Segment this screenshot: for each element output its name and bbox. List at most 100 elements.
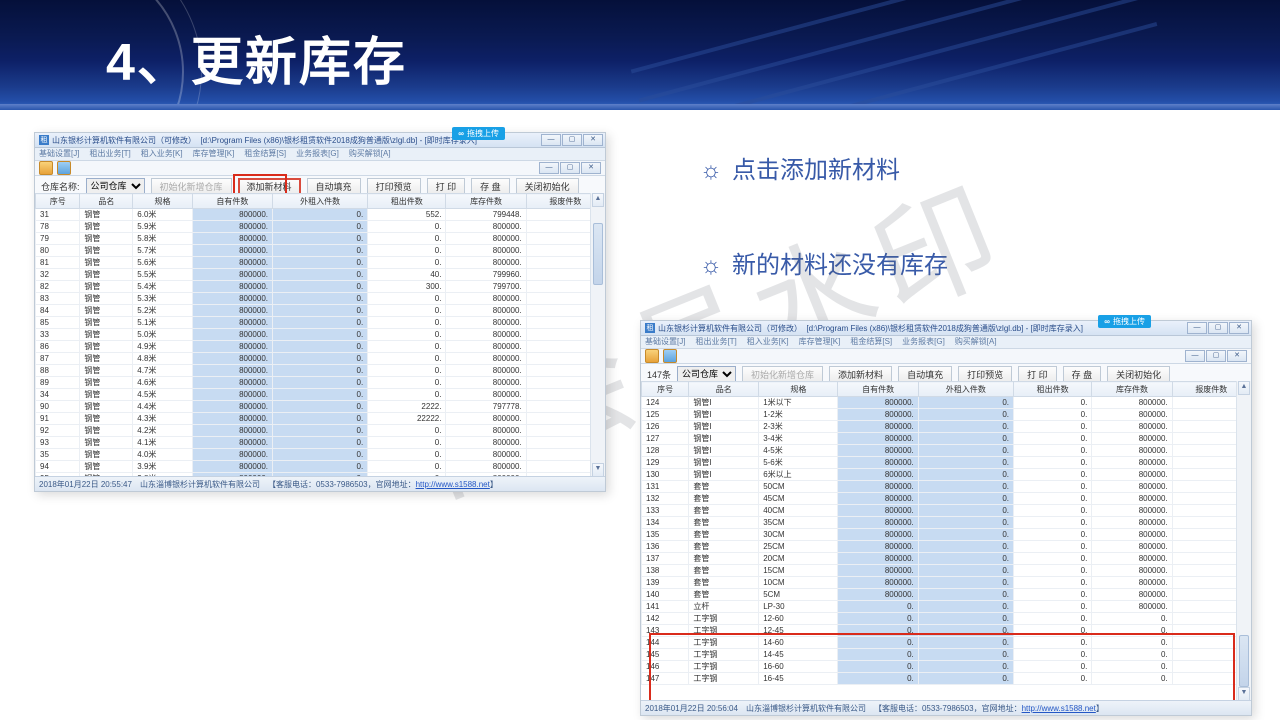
table-row[interactable]: 136套管25CM800000.0.0.800000.0. <box>642 541 1251 553</box>
menu-item[interactable]: 库存管理[K] <box>193 148 235 160</box>
window-controls[interactable]: —▢✕ <box>541 134 603 146</box>
table-row[interactable]: 127钢管I3-4米800000.0.0.800000.0. <box>642 433 1251 445</box>
table-row[interactable]: 93钢管4.1米800000.0.0.800000.0. <box>36 437 605 449</box>
table-row[interactable]: 147工字钢16-450.0.0.0.0. <box>642 673 1251 685</box>
inventory-table-1[interactable]: 序号品名规格自有件数外租入件数租出件数库存件数报废件数31钢管6.0米80000… <box>35 193 605 477</box>
menu-bar[interactable]: 基础设置[J] 租出业务[T] 租入业务[K] 库存管理[K] 租金结算[S] 业务报表[… <box>35 148 605 161</box>
print-preview-button[interactable]: 打印预览 <box>367 178 421 195</box>
table-row[interactable]: 32钢管5.5米800000.0.40.799960.0. <box>36 269 605 281</box>
table-row[interactable]: 82钢管5.4米800000.0.300.799700.0. <box>36 281 605 293</box>
menu-item[interactable]: 租金结算[S] <box>244 148 286 160</box>
table-row[interactable]: 131套管50CM800000.0.0.800000.0. <box>642 481 1251 493</box>
column-header[interactable]: 规格 <box>759 382 838 397</box>
table-row[interactable]: 137套管20CM800000.0.0.800000.0. <box>642 553 1251 565</box>
table-row[interactable]: 140套管5CM800000.0.0.800000.0. <box>642 589 1251 601</box>
table-row[interactable]: 128钢管I4-5米800000.0.0.800000.0. <box>642 445 1251 457</box>
table-row[interactable]: 126钢管I2-3米800000.0.0.800000.0. <box>642 421 1251 433</box>
column-header[interactable]: 外租入件数 <box>918 382 1013 397</box>
table-row[interactable]: 89钢管4.6米800000.0.0.800000.0. <box>36 377 605 389</box>
autofill-button[interactable]: 自动填充 <box>307 178 361 195</box>
table-row[interactable]: 92钢管4.2米800000.0.0.800000.0. <box>36 425 605 437</box>
menu-item[interactable]: 购买解锁[A] <box>955 336 997 348</box>
warehouse-select[interactable]: 公司仓库 <box>86 178 145 194</box>
inventory-table-2[interactable]: 序号品名规格自有件数外租入件数租出件数库存件数报废件数124钢管I1米以下800… <box>641 381 1251 701</box>
table-row[interactable]: 85钢管5.1米800000.0.0.800000.0. <box>36 317 605 329</box>
column-header[interactable]: 租出件数 <box>1014 382 1092 397</box>
table-row[interactable]: 135套管30CM800000.0.0.800000.0. <box>642 529 1251 541</box>
table-row[interactable]: 87钢管4.8米800000.0.0.800000.0. <box>36 353 605 365</box>
column-header[interactable]: 外租入件数 <box>273 194 368 209</box>
table-row[interactable]: 141立杆LP-300.0.0.800000.0. <box>642 601 1251 613</box>
vertical-scrollbar[interactable]: ▲▼ <box>590 193 605 477</box>
menu-item[interactable]: 库存管理[K] <box>799 336 841 348</box>
menu-item[interactable]: 购买解锁[A] <box>349 148 391 160</box>
toolbar-icons[interactable]: —▢✕ <box>35 161 605 176</box>
table-row[interactable]: 86钢管4.9米800000.0.0.800000.0. <box>36 341 605 353</box>
print-button[interactable]: 打 印 <box>427 178 466 195</box>
column-header[interactable]: 品名 <box>689 382 759 397</box>
table-row[interactable]: 124钢管I1米以下800000.0.0.800000.0. <box>642 397 1251 409</box>
column-header[interactable]: 租出件数 <box>368 194 446 209</box>
menu-item[interactable]: 租出业务[T] <box>695 336 736 348</box>
close-init-button[interactable]: 关闭初始化 <box>516 178 579 195</box>
upload-badge[interactable]: 拖拽上传 <box>1098 315 1151 328</box>
add-material-button[interactable]: 添加新材料 <box>829 366 892 383</box>
menu-item[interactable]: 业务报表[G] <box>902 336 945 348</box>
table-row[interactable]: 78钢管5.9米800000.0.0.800000.0. <box>36 221 605 233</box>
table-row[interactable]: 138套管15CM800000.0.0.800000.0. <box>642 565 1251 577</box>
table-row[interactable]: 142工字钢12-600.0.0.0.0. <box>642 613 1251 625</box>
table-row[interactable]: 132套管45CM800000.0.0.800000.0. <box>642 493 1251 505</box>
table-row[interactable]: 139套管10CM800000.0.0.800000.0. <box>642 577 1251 589</box>
table-row[interactable]: 130钢管I6米以上800000.0.0.800000.0. <box>642 469 1251 481</box>
website-link[interactable]: http://www.s1588.net <box>416 480 490 489</box>
menu-item[interactable]: 租出业务[T] <box>89 148 130 160</box>
save-button[interactable]: 存 盘 <box>471 178 510 195</box>
add-material-button[interactable]: 添加新材料 <box>238 178 301 195</box>
menu-item[interactable]: 租入业务[K] <box>141 148 183 160</box>
upload-badge[interactable]: 拖拽上传 <box>452 127 505 140</box>
warehouse-select[interactable]: 公司仓库 <box>677 366 736 382</box>
column-header[interactable]: 自有件数 <box>192 194 272 209</box>
table-row[interactable]: 34钢管4.5米800000.0.0.800000.0. <box>36 389 605 401</box>
table-row[interactable]: 91钢管4.3米800000.0.22222.800000.0. <box>36 413 605 425</box>
table-row[interactable]: 144工字钢14-600.0.0.0.0. <box>642 637 1251 649</box>
menu-item[interactable]: 业务报表[G] <box>296 148 339 160</box>
table-row[interactable]: 79钢管5.8米800000.0.0.800000.0. <box>36 233 605 245</box>
window-controls[interactable]: —▢✕ <box>1187 322 1249 334</box>
website-link[interactable]: http://www.s1588.net <box>1022 704 1096 713</box>
save-button[interactable]: 存 盘 <box>1063 366 1102 383</box>
table-row[interactable]: 133套管40CM800000.0.0.800000.0. <box>642 505 1251 517</box>
column-header[interactable]: 库存件数 <box>446 194 526 209</box>
table-row[interactable]: 94钢管3.9米800000.0.0.800000.0. <box>36 461 605 473</box>
vertical-scrollbar[interactable]: ▲▼ <box>1236 381 1251 701</box>
print-button[interactable]: 打 印 <box>1018 366 1057 383</box>
table-row[interactable]: 145工字钢14-450.0.0.0.0. <box>642 649 1251 661</box>
column-header[interactable]: 品名 <box>80 194 133 209</box>
column-header[interactable]: 序号 <box>642 382 689 397</box>
table-row[interactable]: 129钢管I5-6米800000.0.0.800000.0. <box>642 457 1251 469</box>
menu-bar[interactable]: 基础设置[J]租出业务[T]租入业务[K]库存管理[K]租金结算[S]业务报表[… <box>641 336 1251 349</box>
table-row[interactable]: 35钢管4.0米800000.0.0.800000.0. <box>36 449 605 461</box>
close-init-button[interactable]: 关闭初始化 <box>1107 366 1170 383</box>
column-header[interactable]: 规格 <box>133 194 192 209</box>
table-row[interactable]: 81钢管5.6米800000.0.0.800000.0. <box>36 257 605 269</box>
table-row[interactable]: 146工字钢16-600.0.0.0.0. <box>642 661 1251 673</box>
table-row[interactable]: 84钢管5.2米800000.0.0.800000.0. <box>36 305 605 317</box>
menu-item[interactable]: 基础设置[J] <box>39 148 79 160</box>
table-row[interactable]: 125钢管I1-2米800000.0.0.800000.0. <box>642 409 1251 421</box>
table-row[interactable]: 31钢管6.0米800000.0.552.799448.0. <box>36 209 605 221</box>
table-row[interactable]: 83钢管5.3米800000.0.0.800000.0. <box>36 293 605 305</box>
table-row[interactable]: 33钢管5.0米800000.0.0.800000.0. <box>36 329 605 341</box>
column-header[interactable]: 序号 <box>36 194 80 209</box>
column-header[interactable]: 自有件数 <box>838 382 918 397</box>
table-row[interactable]: 90钢管4.4米800000.0.2222.797778.0. <box>36 401 605 413</box>
autofill-button[interactable]: 自动填充 <box>898 366 952 383</box>
table-row[interactable]: 80钢管5.7米800000.0.0.800000.0. <box>36 245 605 257</box>
print-preview-button[interactable]: 打印预览 <box>958 366 1012 383</box>
toolbar-icons[interactable]: —▢✕ <box>641 349 1251 364</box>
table-row[interactable]: 134套管35CM800000.0.0.800000.0. <box>642 517 1251 529</box>
menu-item[interactable]: 租金结算[S] <box>850 336 892 348</box>
table-row[interactable]: 88钢管4.7米800000.0.0.800000.0. <box>36 365 605 377</box>
menu-item[interactable]: 基础设置[J] <box>645 336 685 348</box>
column-header[interactable]: 库存件数 <box>1092 382 1172 397</box>
